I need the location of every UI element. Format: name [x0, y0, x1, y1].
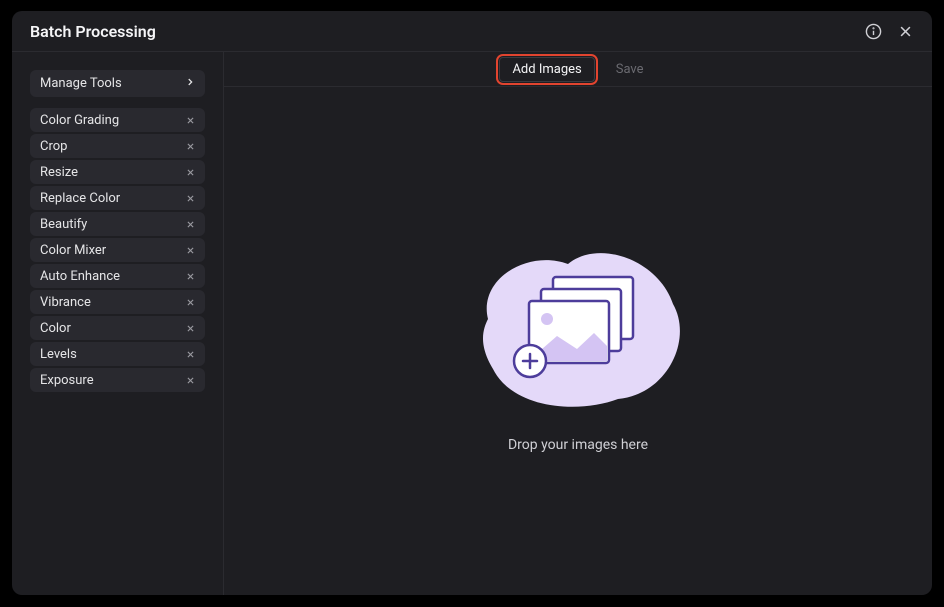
header-actions	[864, 22, 914, 40]
remove-tool-icon[interactable]	[183, 217, 197, 231]
tool-label: Color Mixer	[40, 243, 106, 258]
manage-tools-button[interactable]: Manage Tools	[30, 70, 205, 97]
info-icon[interactable]	[864, 22, 882, 40]
add-images-button[interactable]: Add Images	[499, 57, 594, 82]
remove-tool-icon[interactable]	[183, 243, 197, 257]
remove-tool-icon[interactable]	[183, 165, 197, 179]
dialog-header: Batch Processing	[12, 11, 932, 52]
tool-label: Color	[40, 321, 71, 336]
close-icon[interactable]	[896, 22, 914, 40]
tool-label: Crop	[40, 139, 67, 154]
tools-list: Color Grading Crop Resize	[30, 108, 205, 393]
tool-item-resize[interactable]: Resize	[30, 160, 205, 184]
remove-tool-icon[interactable]	[183, 191, 197, 205]
tool-label: Resize	[40, 165, 78, 180]
manage-tools-label: Manage Tools	[40, 76, 122, 91]
drop-illustration	[458, 229, 698, 419]
tool-label: Replace Color	[40, 191, 120, 206]
chevron-right-icon	[185, 76, 195, 91]
tool-label: Color Grading	[40, 113, 119, 128]
tool-item-levels[interactable]: Levels	[30, 342, 205, 366]
dialog-title: Batch Processing	[30, 22, 156, 41]
tool-item-color-grading[interactable]: Color Grading	[30, 108, 205, 132]
drop-area[interactable]: Drop your images here	[224, 87, 932, 595]
tool-label: Exposure	[40, 373, 94, 388]
tool-item-beautify[interactable]: Beautify	[30, 212, 205, 236]
tool-item-auto-enhance[interactable]: Auto Enhance	[30, 264, 205, 288]
tool-item-crop[interactable]: Crop	[30, 134, 205, 158]
dialog-body: Manage Tools Color Grading Crop	[12, 52, 932, 595]
save-button: Save	[603, 57, 657, 82]
remove-tool-icon[interactable]	[183, 139, 197, 153]
remove-tool-icon[interactable]	[183, 113, 197, 127]
tool-label: Beautify	[40, 217, 87, 232]
remove-tool-icon[interactable]	[183, 321, 197, 335]
main-panel: Add Images Save	[224, 52, 932, 595]
remove-tool-icon[interactable]	[183, 373, 197, 387]
remove-tool-icon[interactable]	[183, 269, 197, 283]
remove-tool-icon[interactable]	[183, 347, 197, 361]
batch-processing-dialog: Batch Processing Manage Tools	[12, 11, 932, 595]
tool-item-color-mixer[interactable]: Color Mixer	[30, 238, 205, 262]
tool-item-replace-color[interactable]: Replace Color	[30, 186, 205, 210]
main-toolbar: Add Images Save	[224, 52, 932, 87]
remove-tool-icon[interactable]	[183, 295, 197, 309]
drop-text: Drop your images here	[508, 437, 648, 453]
tool-item-exposure[interactable]: Exposure	[30, 368, 205, 392]
tool-item-vibrance[interactable]: Vibrance	[30, 290, 205, 314]
tool-label: Auto Enhance	[40, 269, 120, 284]
tool-item-color[interactable]: Color	[30, 316, 205, 340]
tool-label: Levels	[40, 347, 77, 362]
sidebar: Manage Tools Color Grading Crop	[12, 52, 224, 595]
tool-label: Vibrance	[40, 295, 91, 310]
